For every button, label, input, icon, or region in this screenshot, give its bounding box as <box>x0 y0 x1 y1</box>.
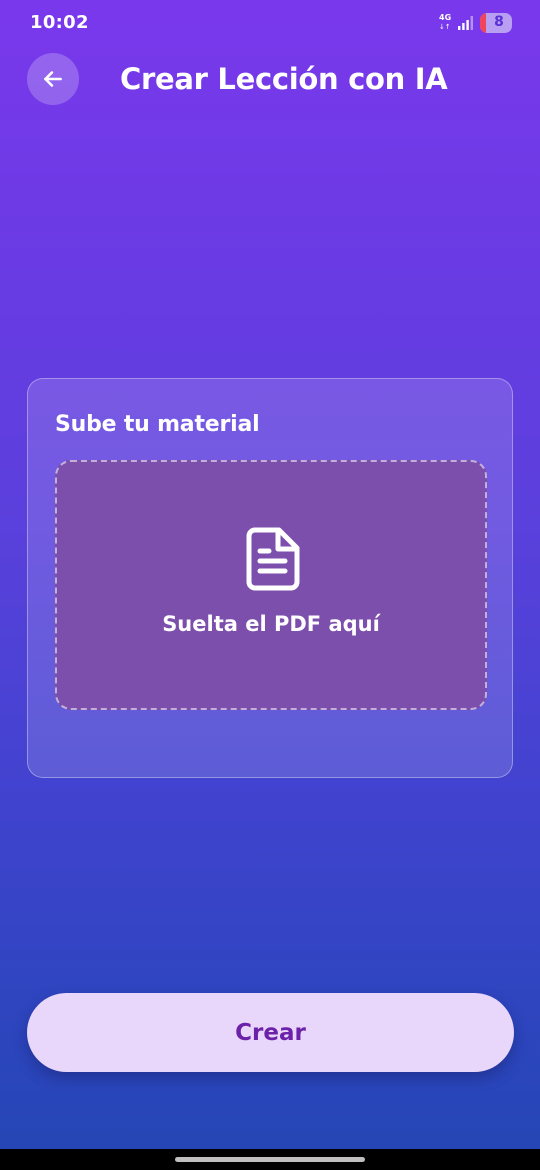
pdf-dropzone[interactable]: Suelta el PDF aquí <box>55 460 487 710</box>
create-button-label: Crear <box>235 1019 306 1046</box>
signal-icon <box>458 16 473 30</box>
battery-level: 8 <box>494 14 504 30</box>
battery-icon: 8 <box>480 13 512 33</box>
upload-card: Sube tu material Suelta el PDF aquí <box>27 378 513 778</box>
file-text-icon <box>246 527 300 591</box>
dropzone-label: Suelta el PDF aquí <box>162 612 380 636</box>
network-activity-icon: ↓↑ <box>439 23 451 31</box>
page-title: Crear Lección con IA <box>120 62 448 96</box>
create-button[interactable]: Crear <box>27 993 514 1072</box>
card-title: Sube tu material <box>55 412 260 437</box>
network-type-label: 4G <box>439 13 452 22</box>
status-bar: 10:02 4G ↓↑ 8 <box>0 0 540 48</box>
arrow-left-icon <box>44 71 62 87</box>
home-indicator[interactable] <box>175 1157 365 1162</box>
status-time: 10:02 <box>30 12 89 33</box>
back-button[interactable] <box>27 53 79 105</box>
navigation-bar <box>0 1149 540 1170</box>
